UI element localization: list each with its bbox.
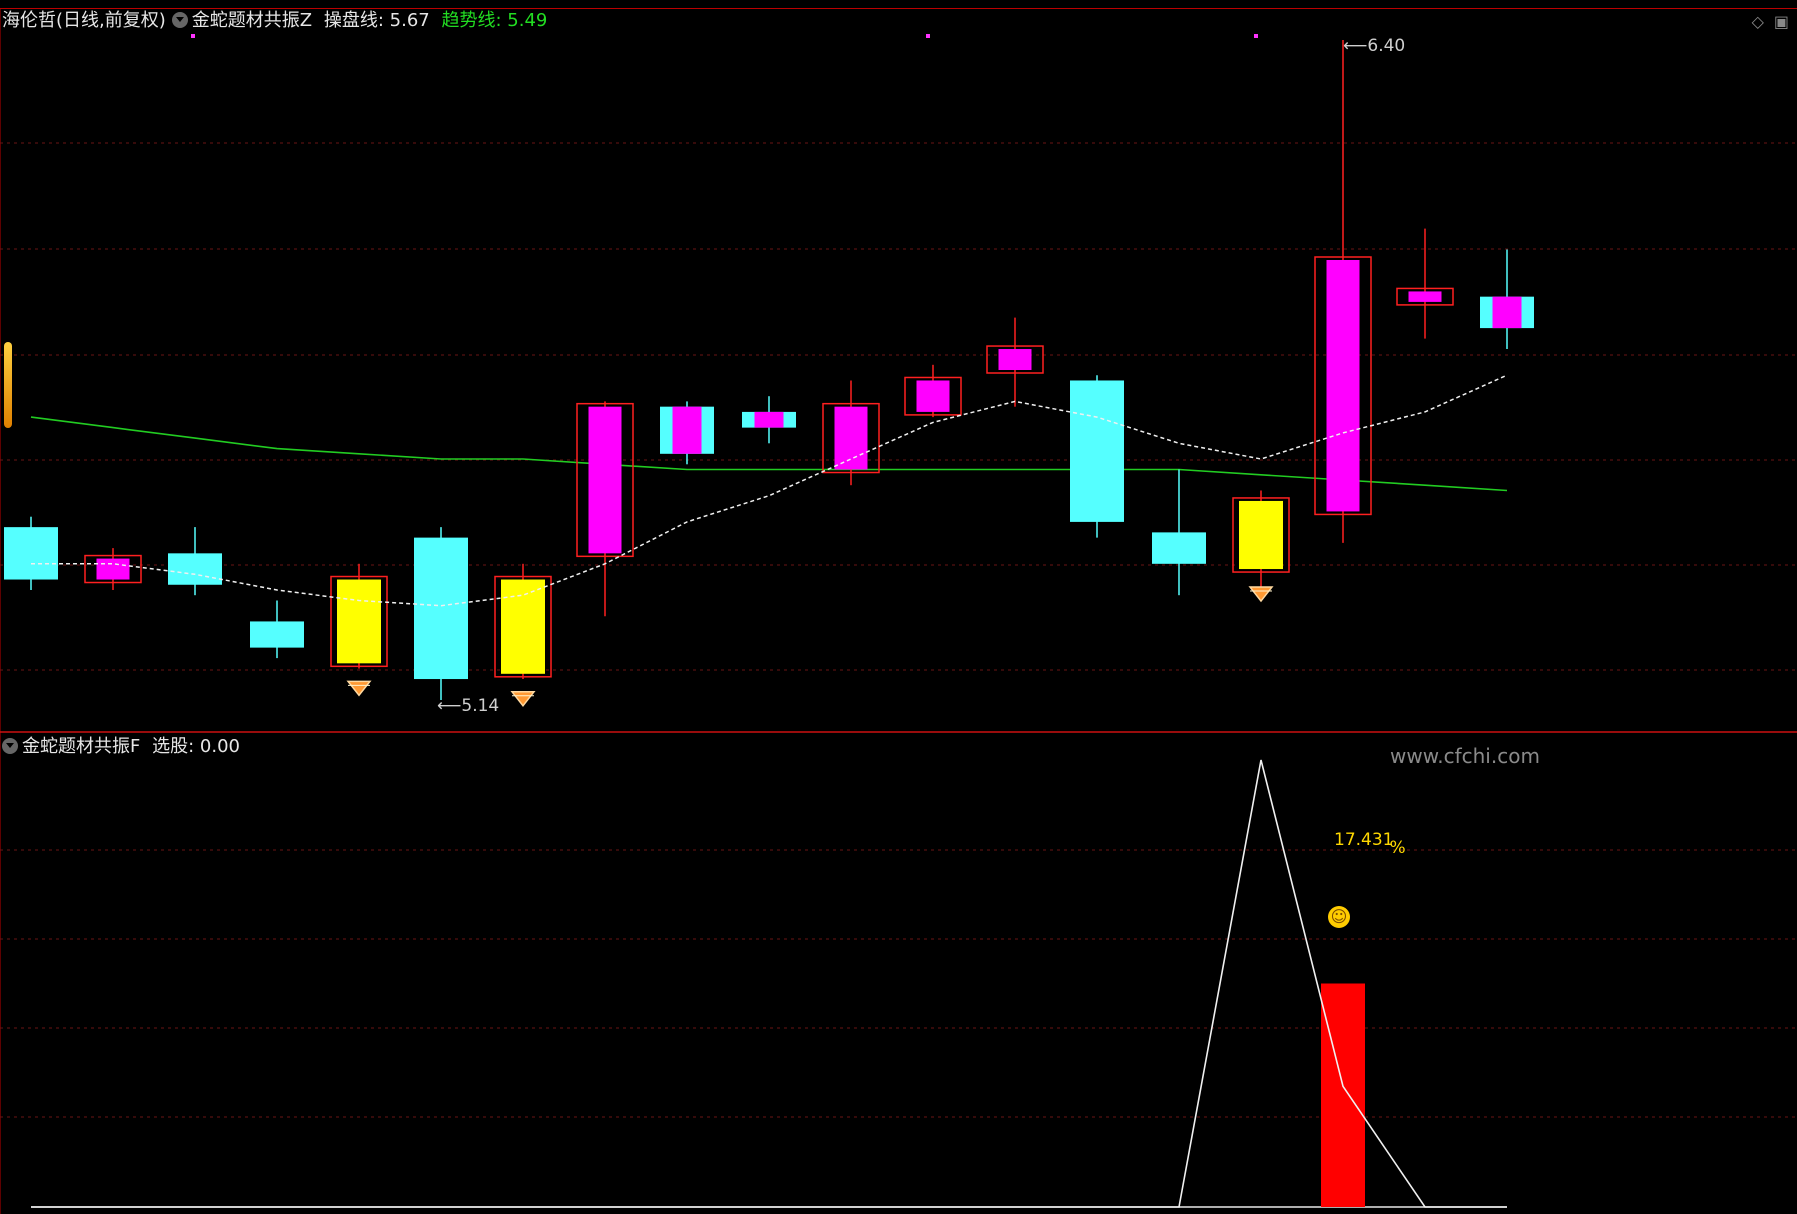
signal-dot	[926, 34, 930, 38]
candle-body	[834, 406, 868, 470]
diamond-icon	[1248, 586, 1274, 603]
diamond-icon	[510, 691, 536, 708]
candle-body	[96, 558, 130, 580]
sub-panel-header: 金蛇题材共振F 选股: 0.00	[2, 736, 240, 758]
candle-body	[4, 527, 58, 580]
candle-body	[916, 380, 950, 412]
candle-body	[998, 349, 1032, 370]
line1-label: 操盘线	[323, 10, 378, 31]
candle-body	[1326, 260, 1360, 512]
candle-body-inner	[672, 406, 702, 454]
high-price-marker: ⟵6.40	[1343, 36, 1406, 56]
candle-body	[588, 406, 622, 554]
window-icon[interactable]: ▣	[1774, 12, 1789, 31]
candle-body	[1239, 500, 1283, 570]
candle-body	[1408, 291, 1442, 302]
watermark: www.cfchi.com	[1390, 744, 1540, 768]
high-price-value: 6.40	[1367, 36, 1406, 56]
candle-body	[1152, 532, 1206, 564]
percent-value: 17.431	[1334, 830, 1394, 850]
period-label[interactable]: (日线,前复权)	[56, 10, 166, 31]
candle-body-inner	[1492, 296, 1522, 329]
candle-body	[1070, 380, 1124, 522]
stock-name[interactable]: 海伦哲	[2, 10, 56, 31]
line2-value: 5.49	[507, 10, 548, 31]
candle-body	[414, 537, 468, 680]
candle-body	[337, 579, 381, 664]
sub-indicator-menu-icon[interactable]	[2, 738, 18, 754]
indicator-name[interactable]: 金蛇题材共振Z	[192, 10, 312, 31]
diamond-icon	[346, 680, 372, 697]
candle-body	[168, 553, 222, 585]
signal-dot	[1254, 34, 1258, 38]
candle-body	[250, 621, 304, 648]
sub-indicator-name[interactable]: 金蛇题材共振F	[22, 736, 140, 757]
diamond-icon[interactable]: ◇	[1752, 12, 1764, 31]
smiley-icon: ☺	[1328, 906, 1350, 928]
percent-sign: %	[1389, 838, 1406, 858]
percent-label: 17.431%	[1334, 830, 1406, 858]
signal-bar	[1321, 983, 1365, 1207]
indicator-menu-icon[interactable]	[171, 12, 188, 28]
signal-dot	[191, 34, 195, 38]
line2-label: 趋势线	[441, 10, 496, 31]
low-price-value: 5.14	[461, 696, 500, 716]
line1-value: 5.67	[389, 10, 430, 31]
sub-value-label: 选股	[152, 736, 189, 757]
candle-body	[501, 579, 545, 674]
sub-value: 0.00	[199, 736, 240, 757]
vertical-scroll-handle[interactable]	[4, 342, 12, 428]
low-price-marker: ⟵5.14	[437, 696, 500, 716]
chart-canvas	[0, 8, 1797, 1214]
top-right-icons: ◇ ▣	[1742, 12, 1789, 31]
candle-body-inner	[754, 411, 784, 428]
main-panel-header: 海伦哲(日线,前复权) 金蛇题材共振Z 操盘线: 5.67 趋势线: 5.49	[2, 10, 548, 31]
sub-indicator-line	[31, 759, 1507, 1208]
